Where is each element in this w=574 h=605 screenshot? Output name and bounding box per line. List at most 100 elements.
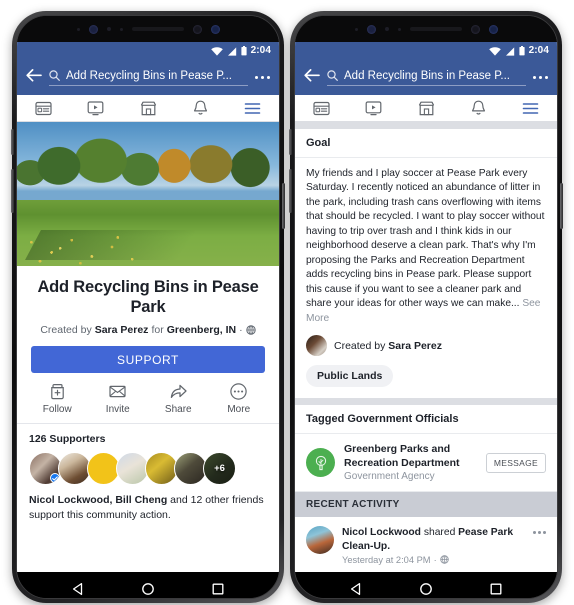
- message-button[interactable]: MESSAGE: [485, 452, 546, 473]
- post-title: Nicol Lockwood shared Pease Park Clean-U…: [342, 526, 525, 553]
- official-type: Government Agency: [344, 471, 435, 483]
- search-input-value: Add Recycling Bins in Pease P...: [66, 69, 232, 82]
- android-recents-square-icon[interactable]: [211, 582, 225, 596]
- envelope-invite-icon: [109, 386, 126, 398]
- for-label: for: [151, 324, 164, 337]
- follow-add-icon: [50, 384, 64, 400]
- avatar[interactable]: [306, 526, 334, 555]
- overflow-menu-icon[interactable]: [254, 75, 270, 80]
- post-meta: Nicol Lockwood shared Pease Park Clean-U…: [342, 526, 525, 565]
- share-label: Share: [164, 404, 192, 416]
- support-button[interactable]: SUPPORT: [31, 346, 265, 374]
- campaign-detail-content[interactable]: Goal My friends and I play soccer at Pea…: [295, 122, 557, 572]
- volume-up-button[interactable]: [289, 129, 292, 155]
- power-button[interactable]: [560, 183, 563, 229]
- post-header: Nicol Lockwood shared Pease Park Clean-U…: [306, 526, 546, 565]
- invite-button[interactable]: Invite: [88, 382, 149, 415]
- search-input[interactable]: Add Recycling Bins in Pease P...: [49, 70, 248, 86]
- recent-activity-header: RECENT ACTIVITY: [295, 492, 557, 518]
- avatar-overflow[interactable]: +6: [203, 452, 236, 486]
- tab-notifications[interactable]: [452, 95, 504, 121]
- android-status-bar: 2:04: [17, 42, 279, 60]
- share-arrow-icon: [170, 385, 187, 399]
- campaign-page-content[interactable]: Add Recycling Bins in Pease Park Created…: [17, 122, 279, 572]
- phone-device-left: 2:04 Add Recycling Bins in Pease P... Ad…: [11, 11, 285, 603]
- supporter-avatar-row[interactable]: +6: [29, 452, 267, 486]
- battery-icon: [240, 46, 247, 56]
- power-button[interactable]: [282, 183, 285, 229]
- tagged-official-row[interactable]: Greenberg Parks and Recreation Departmen…: [295, 434, 557, 493]
- invite-label: Invite: [105, 404, 130, 416]
- proximity-sensor-icon: [106, 27, 111, 31]
- phone-device-right: 2:04 Add Recycling Bins in Pease P... Go…: [289, 11, 563, 603]
- creator-byline: Created by Sara Perez: [334, 340, 442, 352]
- creator-name[interactable]: Sara Perez: [388, 340, 442, 352]
- proximity-sensor-icon: [384, 27, 389, 31]
- signal-icon: [505, 46, 514, 56]
- topic-chip-public-lands[interactable]: Public Lands: [306, 365, 394, 388]
- android-back-triangle-icon[interactable]: [71, 582, 85, 596]
- signal-icon: [227, 46, 236, 56]
- more-button[interactable]: More: [209, 382, 270, 415]
- volume-down-button[interactable]: [289, 169, 292, 213]
- more-dots-icon: [230, 383, 247, 400]
- back-arrow-icon[interactable]: [26, 68, 42, 87]
- share-button[interactable]: Share: [148, 382, 209, 415]
- device-top-bezel: [295, 16, 557, 42]
- phone-screen-right: 2:04 Add Recycling Bins in Pease P... Go…: [295, 42, 557, 572]
- tab-notifications[interactable]: [174, 95, 226, 121]
- tree-park-logo-icon: [306, 448, 335, 478]
- follow-button[interactable]: Follow: [27, 382, 88, 415]
- earpiece-speaker: [409, 27, 462, 31]
- creator-row[interactable]: Created by Sara Perez: [295, 326, 557, 357]
- campaign-title-block: Add Recycling Bins in Pease Park Created…: [17, 266, 279, 336]
- tab-menu[interactable]: [227, 95, 279, 121]
- android-home-circle-icon[interactable]: [141, 582, 155, 596]
- android-back-triangle-icon[interactable]: [349, 582, 363, 596]
- android-nav-bar-right: [295, 572, 557, 598]
- sensor-dot-icon: [76, 27, 80, 31]
- search-input[interactable]: Add Recycling Bins in Pease P...: [327, 70, 526, 86]
- post-author[interactable]: Nicol Lockwood: [342, 527, 421, 538]
- campaign-action-row: Follow Invite Share More: [17, 373, 279, 425]
- post-overflow-menu-icon[interactable]: [533, 526, 546, 535]
- byline-separator: ·: [239, 324, 243, 337]
- search-icon: [49, 70, 60, 81]
- tab-menu[interactable]: [505, 95, 557, 121]
- secondary-camera-icon: [488, 24, 498, 34]
- more-label: More: [227, 404, 251, 416]
- tab-watch[interactable]: [69, 95, 121, 121]
- avatar[interactable]: [306, 335, 327, 357]
- tab-watch[interactable]: [347, 95, 399, 121]
- tab-news-feed[interactable]: [295, 95, 347, 121]
- topic-chip-row: Public Lands: [295, 356, 557, 399]
- tab-marketplace[interactable]: [122, 95, 174, 121]
- official-name: Greenberg Parks and Recreation Departmen…: [344, 443, 460, 469]
- tab-marketplace[interactable]: [400, 95, 452, 121]
- sensor-dot-icon: [354, 27, 358, 31]
- android-nav-bar-left: [17, 572, 279, 598]
- supporter-friend-names[interactable]: Nicol Lockwood, Bill Cheng: [29, 494, 167, 506]
- created-by-label: Created by: [334, 339, 389, 352]
- timestamp-separator: ·: [433, 554, 437, 565]
- android-home-circle-icon[interactable]: [419, 582, 433, 596]
- android-status-bar: 2:04: [295, 42, 557, 60]
- campaign-location[interactable]: Greenberg, IN: [167, 324, 236, 336]
- facebook-tab-bar: [295, 95, 557, 122]
- wifi-icon: [210, 46, 223, 56]
- goal-section-body: My friends and I play soccer at Pease Pa…: [295, 158, 557, 327]
- volume-up-button[interactable]: [11, 129, 14, 155]
- volume-down-button[interactable]: [11, 169, 14, 213]
- light-sensor-icon: [397, 27, 401, 31]
- creator-name[interactable]: Sara Perez: [95, 324, 149, 336]
- page-title: Add Recycling Bins in Pease Park: [37, 278, 259, 317]
- tab-news-feed[interactable]: [17, 95, 69, 121]
- overflow-menu-icon[interactable]: [532, 75, 548, 80]
- search-input-value: Add Recycling Bins in Pease P...: [344, 69, 510, 82]
- device-top-bezel: [17, 16, 279, 42]
- globe-public-icon: [245, 325, 256, 335]
- secondary-camera-icon: [210, 24, 220, 34]
- android-recents-square-icon[interactable]: [489, 582, 503, 596]
- screenshot-stage: 2:04 Add Recycling Bins in Pease P... Ad…: [0, 0, 574, 605]
- back-arrow-icon[interactable]: [304, 68, 320, 87]
